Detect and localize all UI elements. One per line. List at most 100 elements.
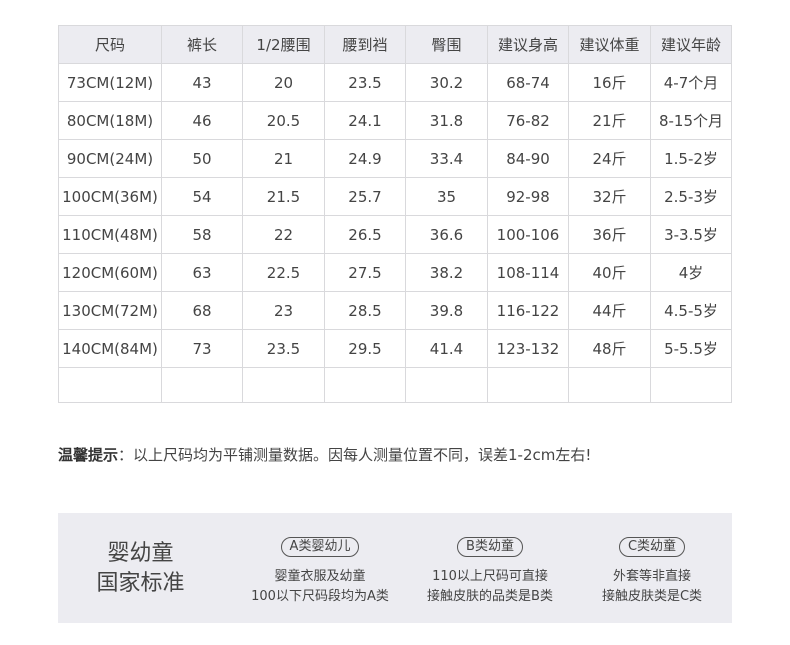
table-cell: 40斤 bbox=[568, 253, 651, 292]
table-row: 80CM(18M) 46 20.5 24.1 31.8 76-82 21斤 8-… bbox=[58, 101, 732, 140]
header-pants-length: 裤长 bbox=[161, 25, 243, 64]
table-cell: 39.8 bbox=[405, 291, 488, 330]
table-cell bbox=[487, 367, 569, 403]
table-cell: 130CM(72M) bbox=[58, 291, 162, 330]
class-a-description: 婴童衣服及幼童 100以下尺码段均为A类 bbox=[235, 567, 405, 607]
header-suggested-age: 建议年龄 bbox=[650, 25, 732, 64]
table-cell: 44斤 bbox=[568, 291, 651, 330]
table-cell: 5-5.5岁 bbox=[650, 329, 732, 368]
table-cell: 92-98 bbox=[487, 177, 569, 216]
national-standard-panel: 婴幼童 国家标准 A类婴幼儿 婴童衣服及幼童 100以下尺码段均为A类 B类幼童… bbox=[58, 513, 732, 623]
table-cell: 68 bbox=[161, 291, 243, 330]
header-suggested-weight: 建议体重 bbox=[568, 25, 651, 64]
table-row: 73CM(12M) 43 20 23.5 30.2 68-74 16斤 4-7个… bbox=[58, 63, 732, 102]
table-cell: 80CM(18M) bbox=[58, 101, 162, 140]
class-c-line1: 外套等非直接 bbox=[612, 569, 691, 584]
table-cell bbox=[650, 367, 732, 403]
table-cell: 110CM(48M) bbox=[58, 215, 162, 254]
table-cell: 23 bbox=[242, 291, 325, 330]
table-cell: 90CM(24M) bbox=[58, 139, 162, 178]
table-cell: 1.5-2岁 bbox=[650, 139, 732, 178]
table-header-row: 尺码 裤长 1/2腰围 腰到裆 臀围 建议身高 建议体重 建议年龄 bbox=[58, 25, 732, 64]
table-cell: 2.5-3岁 bbox=[650, 177, 732, 216]
tip-note: 温馨提示：以上尺码均为平铺测量数据。因每人测量位置不同，误差1-2cm左右! bbox=[58, 444, 591, 465]
table-cell: 16斤 bbox=[568, 63, 651, 102]
table-cell: 20.5 bbox=[242, 101, 325, 140]
class-a-line2: 100以下尺码段均为A类 bbox=[251, 589, 389, 604]
table-cell: 140CM(84M) bbox=[58, 329, 162, 368]
standard-class-c: C类幼童 外套等非直接 接触皮肤类是C类 bbox=[567, 535, 737, 607]
table-cell: 120CM(60M) bbox=[58, 253, 162, 292]
table-cell: 73CM(12M) bbox=[58, 63, 162, 102]
table-cell bbox=[242, 367, 325, 403]
table-cell: 43 bbox=[161, 63, 243, 102]
class-a-line1: 婴童衣服及幼童 bbox=[274, 569, 366, 584]
table-row: 100CM(36M) 54 21.5 25.7 35 92-98 32斤 2.5… bbox=[58, 177, 732, 216]
table-cell: 8-15个月 bbox=[650, 101, 732, 140]
header-size: 尺码 bbox=[58, 25, 162, 64]
class-c-line2: 接触皮肤类是C类 bbox=[601, 589, 703, 604]
table-empty-row bbox=[58, 367, 732, 403]
table-cell: 84-90 bbox=[487, 139, 569, 178]
size-chart-table: 尺码 裤长 1/2腰围 腰到裆 臀围 建议身高 建议体重 建议年龄 73CM(1… bbox=[58, 25, 732, 403]
table-cell bbox=[405, 367, 488, 403]
table-cell: 54 bbox=[161, 177, 243, 216]
table-cell: 46 bbox=[161, 101, 243, 140]
table-cell: 36.6 bbox=[405, 215, 488, 254]
table-row: 120CM(60M) 63 22.5 27.5 38.2 108-114 40斤… bbox=[58, 253, 732, 292]
table-cell: 38.2 bbox=[405, 253, 488, 292]
table-cell: 68-74 bbox=[487, 63, 569, 102]
table-cell: 63 bbox=[161, 253, 243, 292]
header-suggested-height: 建议身高 bbox=[487, 25, 569, 64]
table-row: 140CM(84M) 73 23.5 29.5 41.4 123-132 48斤… bbox=[58, 329, 732, 368]
header-half-waist: 1/2腰围 bbox=[242, 25, 325, 64]
table-cell: 35 bbox=[405, 177, 488, 216]
class-b-description: 110以上尺码可直接 接触皮肤的品类是B类 bbox=[405, 567, 575, 607]
standard-class-a: A类婴幼儿 婴童衣服及幼童 100以下尺码段均为A类 bbox=[235, 535, 405, 607]
table-cell: 4.5-5岁 bbox=[650, 291, 732, 330]
table-cell: 100-106 bbox=[487, 215, 569, 254]
class-b-badge: B类幼童 bbox=[457, 537, 523, 557]
standard-title-line2: 国家标准 bbox=[96, 571, 185, 596]
table-cell: 24斤 bbox=[568, 139, 651, 178]
table-cell: 48斤 bbox=[568, 329, 651, 368]
table-cell bbox=[568, 367, 651, 403]
table-cell: 36斤 bbox=[568, 215, 651, 254]
table-cell: 21 bbox=[242, 139, 325, 178]
class-a-badge: A类婴幼儿 bbox=[280, 537, 360, 557]
table-cell: 116-122 bbox=[487, 291, 569, 330]
class-c-badge: C类幼童 bbox=[618, 537, 686, 557]
table-cell: 21.5 bbox=[242, 177, 325, 216]
table-cell: 73 bbox=[161, 329, 243, 368]
table-cell: 123-132 bbox=[487, 329, 569, 368]
table-cell: 20 bbox=[242, 63, 325, 102]
header-hip: 臀围 bbox=[405, 25, 488, 64]
table-cell: 58 bbox=[161, 215, 243, 254]
table-cell: 22.5 bbox=[242, 253, 325, 292]
table-row: 90CM(24M) 50 21 24.9 33.4 84-90 24斤 1.5-… bbox=[58, 139, 732, 178]
table-cell: 25.7 bbox=[324, 177, 406, 216]
table-cell: 41.4 bbox=[405, 329, 488, 368]
class-c-description: 外套等非直接 接触皮肤类是C类 bbox=[567, 567, 737, 607]
class-b-line2: 接触皮肤的品类是B类 bbox=[427, 589, 553, 604]
table-row: 130CM(72M) 68 23 28.5 39.8 116-122 44斤 4… bbox=[58, 291, 732, 330]
standard-class-b: B类幼童 110以上尺码可直接 接触皮肤的品类是B类 bbox=[405, 535, 575, 607]
table-cell bbox=[161, 367, 243, 403]
table-cell: 27.5 bbox=[324, 253, 406, 292]
table-cell bbox=[324, 367, 406, 403]
table-cell: 100CM(36M) bbox=[58, 177, 162, 216]
standard-title: 婴幼童 国家标准 bbox=[58, 539, 223, 599]
table-cell: 24.9 bbox=[324, 139, 406, 178]
class-b-line1: 110以上尺码可直接 bbox=[432, 569, 548, 584]
table-cell bbox=[58, 367, 162, 403]
table-row: 110CM(48M) 58 22 26.5 36.6 100-106 36斤 3… bbox=[58, 215, 732, 254]
table-cell: 30.2 bbox=[405, 63, 488, 102]
table-cell: 31.8 bbox=[405, 101, 488, 140]
table-cell: 26.5 bbox=[324, 215, 406, 254]
table-cell: 50 bbox=[161, 139, 243, 178]
tip-text: ：以上尺码均为平铺测量数据。因每人测量位置不同，误差1-2cm左右! bbox=[118, 446, 592, 464]
table-cell: 29.5 bbox=[324, 329, 406, 368]
table-cell: 22 bbox=[242, 215, 325, 254]
table-cell: 32斤 bbox=[568, 177, 651, 216]
table-cell: 23.5 bbox=[324, 63, 406, 102]
